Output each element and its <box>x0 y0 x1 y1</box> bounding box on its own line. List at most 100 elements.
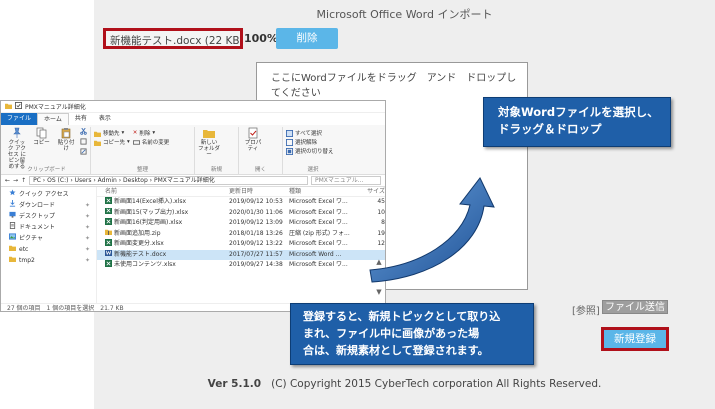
version-label: Ver 5.1.0 <box>207 378 262 390</box>
nav-item[interactable]: クイック アクセス <box>1 189 96 200</box>
paste-button[interactable]: 貼り付け <box>55 127 77 152</box>
pin-icon[interactable]: ✦ <box>85 233 90 244</box>
explorer-titlebar: PMXマニュアル詳細化 <box>1 101 385 113</box>
scroll-down-icon[interactable]: ▼ <box>374 288 384 296</box>
nav-item[interactable]: etc ✦ <box>1 244 96 255</box>
shortcut-paste-icon[interactable] <box>80 148 87 157</box>
copy-icon <box>36 127 46 139</box>
excel-icon <box>105 197 112 208</box>
explorer-body: クイック アクセス ダウンロード ✦ デスクトップ ✦ ドキュメント ✦ ピクチャ ✦ etc ✦ t… <box>1 187 385 303</box>
file-type: 圧縮 (zip 形式) フォ... <box>289 229 350 237</box>
file-name-cell: 新画面追加用.zip <box>97 229 229 240</box>
copy-label: コピー <box>33 140 50 146</box>
drag-callout: 対象Wordファイルを選択し、 ドラッグ＆ドロップ <box>483 97 671 147</box>
file-date: 2019/09/12 10:53 <box>229 198 283 205</box>
select-all-button[interactable]: すべて選択 <box>286 129 334 137</box>
tab-home[interactable]: ホーム <box>37 113 69 125</box>
delete-button[interactable]: 削除 <box>276 28 338 49</box>
invert-selection-icon <box>286 147 293 155</box>
nav-item[interactable]: デスクトップ ✦ <box>1 211 96 222</box>
selected-info: 1 個の項目を選択 21.7 KB <box>46 305 124 312</box>
delete-file-label: 削除 <box>139 131 151 137</box>
item-count: 27 個の項目 <box>7 305 41 312</box>
nav-item[interactable]: ドキュメント ✦ <box>1 222 96 233</box>
pin-icon[interactable]: ✦ <box>85 244 90 255</box>
invert-selection-button[interactable]: 選択の切り替え <box>286 147 334 155</box>
up-arrow-icon[interactable]: ↑ <box>21 177 26 184</box>
select-none-icon <box>286 138 293 146</box>
file-row[interactable]: 新画面15(マップ出力).xlsx 2020/01/30 11:06 Microso… <box>97 207 385 219</box>
forward-arrow-icon[interactable]: → <box>13 177 18 184</box>
pin-icon[interactable]: ✦ <box>85 255 90 266</box>
rename-label: 名前の変更 <box>141 140 170 146</box>
file-name-cell: 未使用コンテンツ.xlsx <box>97 260 229 271</box>
pin-icon[interactable]: ✦ <box>85 222 90 233</box>
group-label-new: 新規 <box>210 167 222 173</box>
back-arrow-icon[interactable]: ← <box>5 177 10 184</box>
excel-icon <box>105 218 112 229</box>
file-row[interactable]: 新画面16(判定用画).xlsx 2019/09/12 13:09 Microsof… <box>97 218 385 229</box>
column-size[interactable]: サイズ <box>367 187 385 196</box>
excel-icon <box>105 260 112 271</box>
drag-callout-line-2: ドラッグ＆ドロップ <box>498 122 602 136</box>
page-title: Microsoft Office Word インポート <box>316 8 493 21</box>
select-all-icon <box>286 129 293 137</box>
pin-icon[interactable]: ✦ <box>85 211 90 222</box>
file-row[interactable]: 新画面14(Excel挿入).xlsx 2019/09/12 10:53 Micro… <box>97 197 385 208</box>
register-callout-line-3: 合は、新規素材として登録されます。 <box>303 344 489 357</box>
dropdown-arrow-icon: ▾ <box>127 139 130 145</box>
tab-file[interactable]: ファイル <box>1 113 38 125</box>
ribbon-group-clipboard: クイック アクセス にピン留めする コピー 貼り付け クリップボード <box>3 127 91 174</box>
new-folder-button[interactable]: 新しい フォルダー <box>198 127 220 158</box>
nav-item[interactable]: ピクチャ ✦ <box>1 233 96 244</box>
file-row[interactable]: 新画面変更分.xlsx 2019/09/12 13:22 Microsoft Exc… <box>97 239 385 250</box>
pin-button[interactable]: クイック アクセス にピン留めする <box>6 127 28 170</box>
nav-item[interactable]: ダウンロード ✦ <box>1 200 96 211</box>
column-name[interactable]: 名前 <box>97 187 229 196</box>
copy-to-label: コピー先 <box>103 140 126 146</box>
address-bar[interactable]: PC › OS (C:) › Users › Admin › Desktop ›… <box>29 176 308 185</box>
folder-icon <box>9 244 16 255</box>
move-to-button[interactable]: 移動先 ▾ <box>94 129 130 137</box>
folder-icon <box>9 255 16 266</box>
nav-item-label: ピクチャ <box>19 235 43 242</box>
nav-item-label: ダウンロード <box>19 202 56 209</box>
select-none-button[interactable]: 選択解除 <box>286 138 334 146</box>
rename-button[interactable]: 名前の変更 <box>132 138 170 146</box>
desktop-icon <box>9 211 16 222</box>
file-size: 19 <box>377 229 385 237</box>
tab-share[interactable]: 共有 <box>69 113 93 125</box>
ribbon-group-organize: 移動先 ▾ コピー先 ▾ ✕ 削除 ▾ 名前の変更 整理 <box>91 127 195 174</box>
copy-to-button[interactable]: コピー先 ▾ <box>94 138 130 146</box>
pin-icon[interactable]: ✦ <box>85 200 90 211</box>
drop-zone-scrollbar[interactable]: ▲ ▼ <box>374 258 384 298</box>
scroll-up-icon[interactable]: ▲ <box>374 258 384 266</box>
explorer-title: PMXマニュアル詳細化 <box>25 104 86 111</box>
organize-buttons: 移動先 ▾ コピー先 ▾ <box>94 127 130 146</box>
file-row[interactable]: 新画面追加用.zip 2018/01/18 13:26 圧縮 (zip 形式) フォ… <box>97 229 385 240</box>
invert-selection-label: 選択の切り替え <box>295 149 334 155</box>
register-callout-line-2: まれ、ファイル中に画像があった場 <box>303 327 480 340</box>
explorer-search-input[interactable]: PMXマニュアル... <box>311 176 381 185</box>
file-date: 2017/07/27 11:57 <box>229 250 283 258</box>
file-row[interactable]: 新機能テスト.docx 2017/07/27 11:57 Microsoft Wor… <box>97 249 385 260</box>
group-label-select: 選択 <box>307 167 319 173</box>
nav-item-label: tmp2 <box>19 257 35 264</box>
properties-button[interactable]: プロパティ <box>242 127 264 152</box>
delete-file-button[interactable]: ✕ 削除 ▾ <box>133 129 170 137</box>
file-rows: 新画面14(Excel挿入).xlsx 2019/09/12 10:53 Micro… <box>97 197 385 271</box>
tab-view[interactable]: 表示 <box>93 113 117 125</box>
copy-button[interactable]: コピー <box>31 127 53 146</box>
browse-link[interactable]: [参照] <box>572 302 600 317</box>
nav-item[interactable]: tmp2 ✦ <box>1 255 96 266</box>
address-bar-row: ← → ↑ PC › OS (C:) › Users › Admin › Des… <box>1 175 385 187</box>
picture-icon <box>9 233 16 244</box>
path-copy-icon[interactable] <box>80 138 87 147</box>
column-type[interactable]: 種類 <box>289 187 367 196</box>
uploaded-file-label: 新機能テスト.docx (22 KB) <box>103 28 243 49</box>
column-date[interactable]: 更新日時 <box>229 187 289 196</box>
file-send-button[interactable]: ファイル送信 <box>602 300 668 314</box>
scissors-icon[interactable] <box>80 128 87 137</box>
new-register-button[interactable]: 新規登録 <box>601 327 669 351</box>
file-row[interactable]: 未使用コンテンツ.xlsx 2019/09/27 14:38 Microsoft E… <box>97 260 385 271</box>
